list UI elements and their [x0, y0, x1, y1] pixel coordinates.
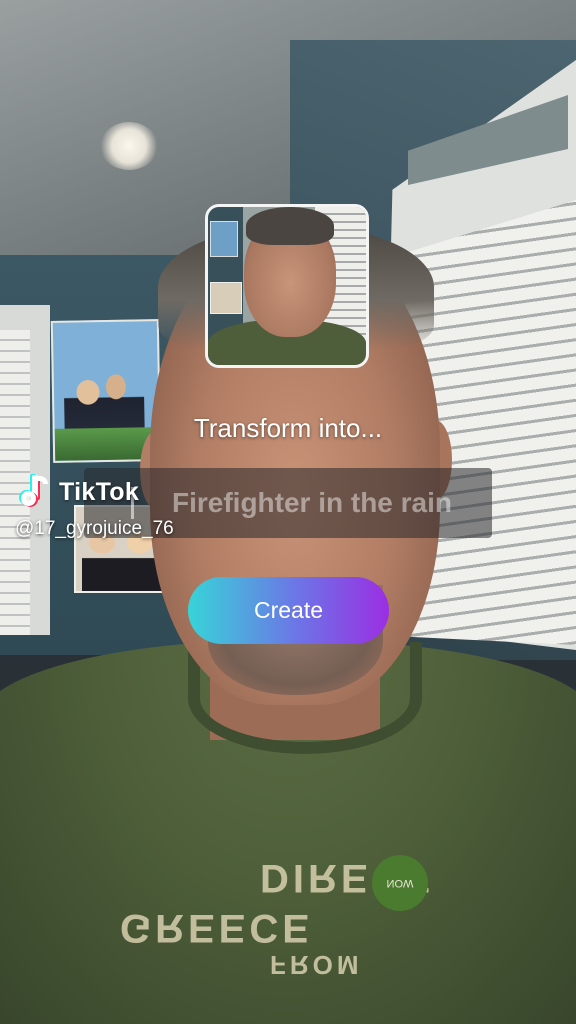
tiktok-note-icon — [18, 473, 52, 511]
create-button[interactable]: Create — [188, 577, 389, 644]
shirt-print-line: FROM — [270, 950, 363, 980]
shirt-print-line: GREECE — [120, 906, 313, 950]
thumbnail-hair — [246, 207, 334, 245]
transform-heading: Transform into... — [193, 413, 383, 443]
selfie-preview-thumbnail[interactable] — [205, 204, 369, 368]
shirt-badge: NOW — [372, 855, 428, 911]
creator-handle: @17_gyrojuice_76 — [15, 518, 174, 539]
ceiling-light — [100, 122, 158, 170]
tiktok-wordmark: TikTok — [59, 477, 140, 506]
tiktok-watermark: TikTok — [18, 473, 139, 511]
thumbnail-wall-photo — [210, 282, 242, 314]
thumbnail-wall-photo — [210, 221, 238, 257]
